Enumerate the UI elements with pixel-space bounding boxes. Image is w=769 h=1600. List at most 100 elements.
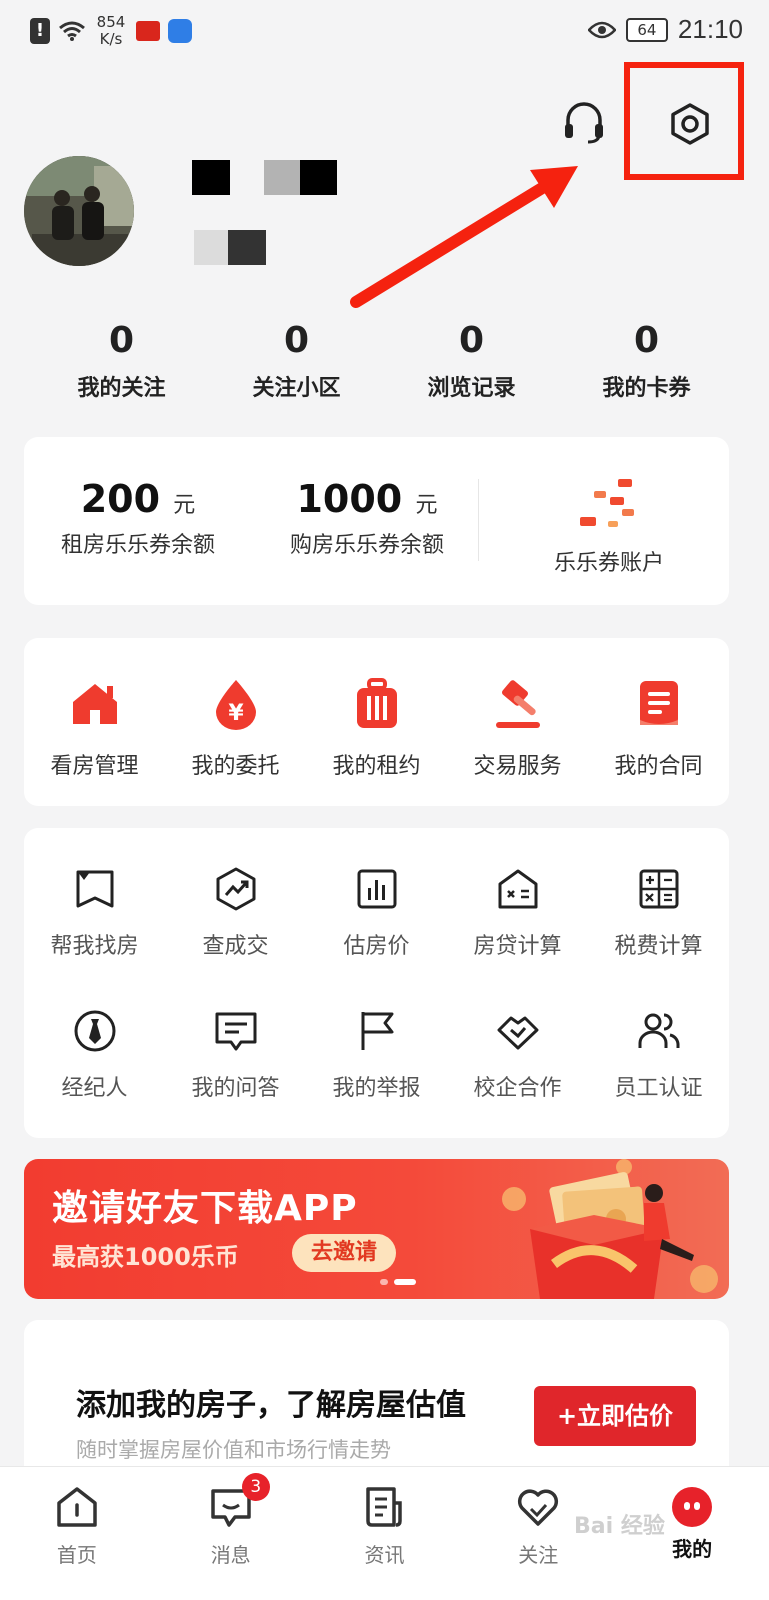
yuan-drop-icon: ¥ [215,680,256,730]
tool-staff-verify[interactable]: 员工认证 [588,1008,729,1102]
tools-card: 帮我找房 查成交 估房价 房贷计算 税费计算 经纪人 我的问答 我的举报 校企合… [24,828,729,1138]
service-label: 我的租约 [332,754,421,779]
buy-coupon-unit: 元 [415,493,438,518]
contract-icon [639,681,678,725]
tool-label: 查成交 [202,934,269,959]
carousel-dot [380,1279,388,1285]
tool-label: 我的举报 [332,1076,421,1101]
status-bar: ! 854 K/s 64 21:10 [0,0,769,62]
alert-icon: ! [30,18,50,44]
stat-value: 0 [283,320,310,361]
flag-icon [361,1012,393,1050]
tool-my-reports[interactable]: 我的举报 [306,1008,447,1102]
stat-followed-communities[interactable]: 0 关注小区 [209,320,384,402]
banner-subtitle: 最高获1000乐币 [52,1243,239,1271]
tool-estimate-price[interactable]: 估房价 [306,866,447,960]
service-viewing-management[interactable]: 看房管理 [24,678,165,806]
divider [478,479,479,561]
services-card: 看房管理 ¥ 我的委托 我的租约 交易服务 我的合同 [24,638,729,806]
valuation-subtitle: 随时掌握房屋价值和市场行情走势 [76,1438,391,1462]
chat-icon [215,1012,256,1051]
agent-tie-icon [74,1010,115,1052]
pointer-arrow-icon [350,166,578,308]
stat-label: 浏览记录 [427,376,516,401]
service-label: 我的合同 [614,754,703,779]
bar-chart-icon [357,869,396,909]
news-icon [366,1487,403,1527]
avatar[interactable] [24,156,134,266]
nav-messages[interactable]: 3 消息 [154,1467,308,1600]
valuation-title: 添加我的房子，了解房屋估值 [76,1388,466,1423]
user-id-redacted [194,230,266,265]
tool-label: 帮我找房 [50,934,139,959]
tool-agents[interactable]: 经纪人 [24,1008,165,1102]
stat-label: 关注小区 [252,376,341,401]
tool-my-qa[interactable]: 我的问答 [165,1008,306,1102]
invite-banner[interactable]: 邀请好友下载APP 最高获1000乐币 去邀请 [24,1159,729,1299]
username-redacted [192,160,337,195]
notification-app-icon [136,21,160,41]
tool-label: 校企合作 [473,1076,562,1101]
unread-badge: 3 [241,1473,270,1501]
nav-home[interactable]: 首页 [0,1467,154,1600]
eye-icon [587,21,616,38]
trend-hexagon-icon [216,867,255,911]
gavel-icon [495,680,540,728]
rent-coupon[interactable]: 200 元 租房乐乐券余额 [46,477,230,559]
house-calc-icon [498,869,537,909]
tool-school-enterprise[interactable]: 校企合作 [447,1008,588,1102]
notification-bulb-icon [168,19,192,43]
valuation-card: 添加我的房子，了解房屋估值 随时掌握房屋价值和市场行情走势 +立即估价 [24,1320,729,1480]
settings-highlight-box [624,62,744,180]
tool-mortgage-calc[interactable]: 房贷计算 [447,866,588,960]
tool-tax-calc[interactable]: 税费计算 [588,866,729,960]
service-contract[interactable]: 我的合同 [588,678,729,806]
stat-value: 0 [108,320,135,361]
profile-icon [672,1487,713,1527]
carousel-indicator [380,1279,416,1285]
nav-label: 消息 [210,1543,251,1567]
coupon-tickets-icon [580,479,634,527]
home-icon [57,1487,97,1527]
invite-button[interactable]: 去邀请 [292,1234,396,1272]
stat-history[interactable]: 0 浏览记录 [384,320,559,402]
coupon-account-button[interactable]: 乐乐券账户 [514,477,704,577]
wifi-icon [59,21,85,41]
avatar-photo [24,156,134,266]
stats-row: 0 我的关注 0 关注小区 0 浏览记录 0 我的卡券 [34,320,734,402]
service-label: 看房管理 [50,754,139,779]
stat-label: 我的卡券 [602,376,691,401]
tools-row-1: 帮我找房 查成交 估房价 房贷计算 税费计算 [24,866,729,960]
clock: 21:10 [677,14,743,44]
buy-coupon[interactable]: 1000 元 购房乐乐券余额 [272,477,462,559]
tool-label: 员工认证 [614,1076,703,1101]
svg-text:¥: ¥ [228,701,244,726]
service-transaction[interactable]: 交易服务 [447,678,588,806]
tool-label: 我的问答 [191,1076,280,1101]
stat-coupons[interactable]: 0 我的卡券 [559,320,734,402]
tools-row-2: 经纪人 我的问答 我的举报 校企合作 员工认证 [24,1008,729,1102]
headset-icon[interactable] [562,100,606,144]
estimate-now-button[interactable]: +立即估价 [534,1386,696,1446]
service-label: 我的委托 [191,754,280,779]
network-speed: 854 K/s [96,13,126,48]
service-lease[interactable]: 我的租约 [306,678,447,806]
stat-value: 0 [633,320,660,361]
stat-following[interactable]: 0 我的关注 [34,320,209,402]
nav-news[interactable]: 资讯 [308,1467,462,1600]
buy-coupon-label: 购房乐乐券余额 [289,533,444,558]
tool-deals[interactable]: 查成交 [165,866,306,960]
handshake-icon [497,1016,538,1050]
rent-coupon-label: 租房乐乐券余额 [60,533,215,558]
tool-label: 房贷计算 [473,934,562,959]
luggage-icon [356,678,397,728]
nav-label: 资讯 [364,1543,405,1567]
carousel-dot-active [394,1279,416,1285]
service-entrust[interactable]: ¥ 我的委托 [165,678,306,806]
gift-box-illustration [502,1159,718,1299]
tool-find-house[interactable]: 帮我找房 [24,866,165,960]
tool-label: 估房价 [343,934,410,959]
watermark: Bai 经验 [574,1514,665,1539]
rent-coupon-unit: 元 [173,493,196,518]
rent-coupon-amount: 200 [80,477,161,521]
